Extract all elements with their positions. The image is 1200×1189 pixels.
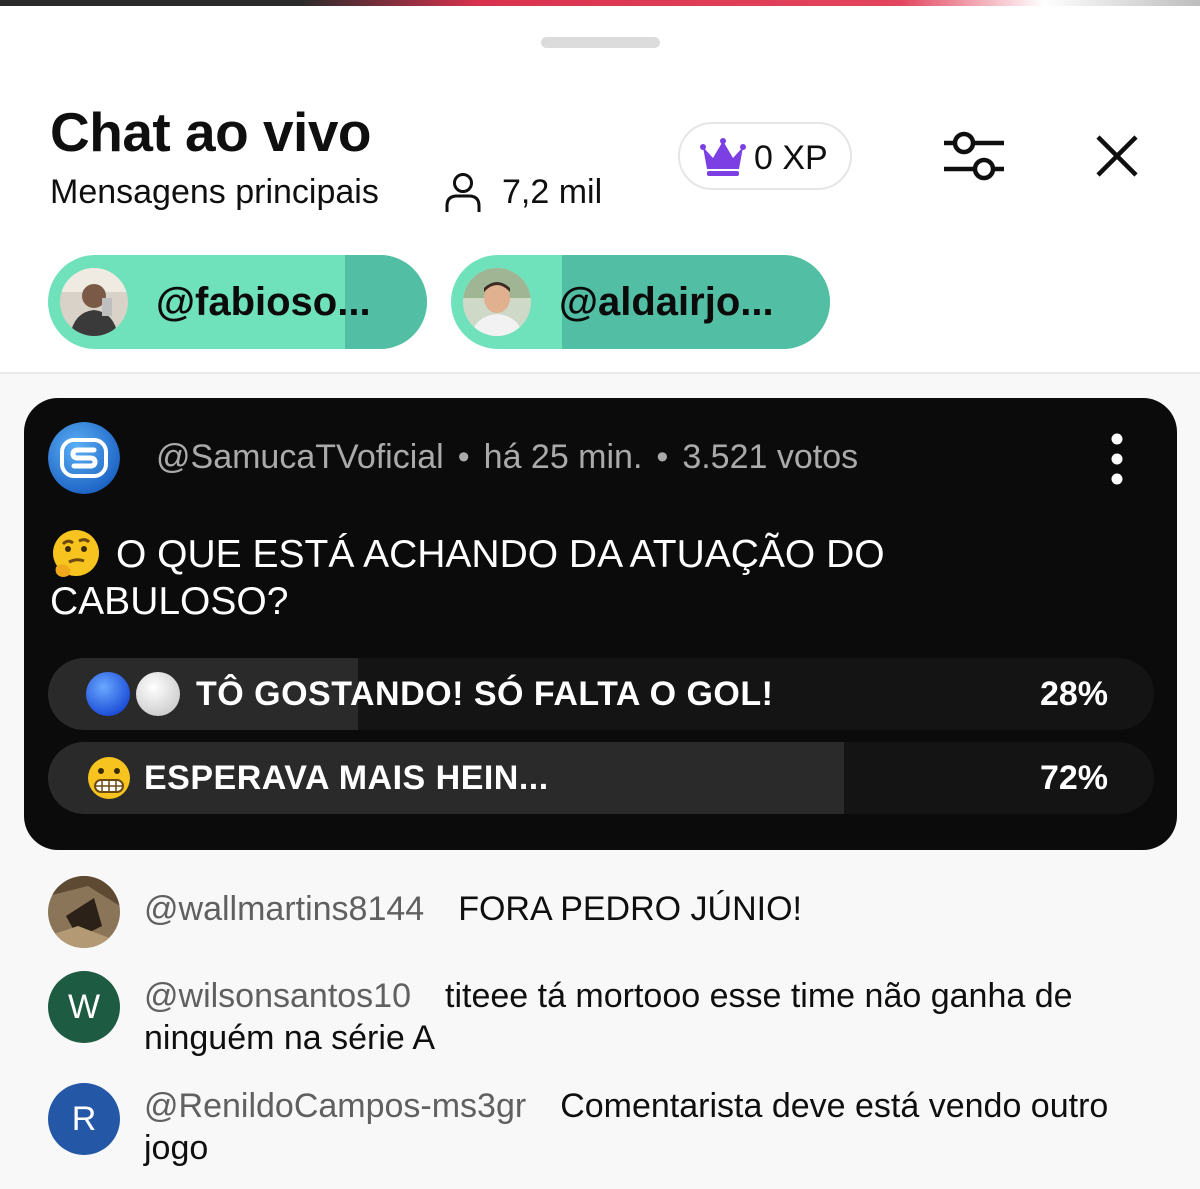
poll-question-text: O QUE ESTÁ ACHANDO DA ATUAÇÃO DO CABULOS… (50, 533, 885, 623)
poll-option[interactable]: ESPERAVA MAIS HEIN... 72% (48, 742, 1154, 814)
chat-author[interactable]: @wallmartins8144 (144, 890, 424, 928)
filter-settings-icon[interactable] (942, 126, 1006, 186)
poll-author[interactable]: @SamucaTVoficial (156, 438, 444, 476)
avatar: W (48, 971, 120, 1043)
xp-value: 0 XP (754, 139, 828, 177)
poll-option-percent: 28% (1039, 675, 1108, 713)
viewer-count: 7,2 mil (502, 173, 603, 211)
blue-white-circles-icon (86, 672, 180, 716)
chat-mode-selector[interactable]: Mensagens principais (50, 172, 379, 212)
thinking-face-icon (53, 529, 99, 577)
chat-message-text: @wilsonsantos10 titeee tá mortooo esse ti… (144, 975, 1144, 1059)
poll-time: há 25 min. (483, 438, 643, 476)
poll-card: @SamucaTVoficial • há 25 min. • 3.521 votos … (24, 398, 1177, 850)
poll-question: O QUE ESTÁ ACHANDO DA ATUAÇÃO DO CABULOS… (50, 529, 1050, 625)
chat-message-text: @RenildoCampos-ms3gr Comentarista deve es… (144, 1085, 1144, 1169)
poll-option[interactable]: TÔ GOSTANDO! SÓ FALTA O GOL! 28% (48, 658, 1154, 730)
grimacing-face-icon (88, 757, 130, 799)
chat-body: FORA PEDRO JÚNIO! (458, 890, 803, 928)
poll-option-label: TÔ GOSTANDO! SÓ FALTA O GOL! (196, 675, 774, 713)
chat-author[interactable]: @RenildoCampos-ms3gr (144, 1087, 526, 1125)
poll-meta: @SamucaTVoficial • há 25 min. • 3.521 votos (156, 438, 859, 476)
xp-button[interactable]: 0 XP (678, 122, 852, 190)
avatar (463, 268, 531, 336)
crown-icon (700, 138, 746, 176)
channel-logo[interactable] (48, 422, 120, 494)
chat-message-text: @wallmartins8144 FORA PEDRO JÚNIO! (144, 888, 1144, 930)
close-icon[interactable] (1094, 133, 1140, 179)
poll-votes: 3.521 votos (682, 438, 859, 476)
page-title: Chat ao vivo (50, 101, 372, 163)
drag-handle[interactable] (541, 37, 660, 48)
person-icon (445, 173, 481, 212)
more-options-icon[interactable] (1106, 432, 1128, 486)
avatar: R (48, 1083, 120, 1155)
chat-author[interactable]: @wilsonsantos10 (144, 977, 411, 1015)
poll-option-percent: 72% (1039, 759, 1108, 797)
avatar (60, 268, 128, 336)
pinned-user-chip[interactable]: @fabioso... (48, 255, 427, 349)
chip-handle: @aldairjo... (559, 280, 774, 324)
avatar (48, 876, 120, 948)
pinned-user-chip[interactable]: @aldairjo... (451, 255, 830, 349)
chip-handle: @fabioso... (156, 280, 371, 324)
poll-option-label: ESPERAVA MAIS HEIN... (144, 759, 549, 797)
